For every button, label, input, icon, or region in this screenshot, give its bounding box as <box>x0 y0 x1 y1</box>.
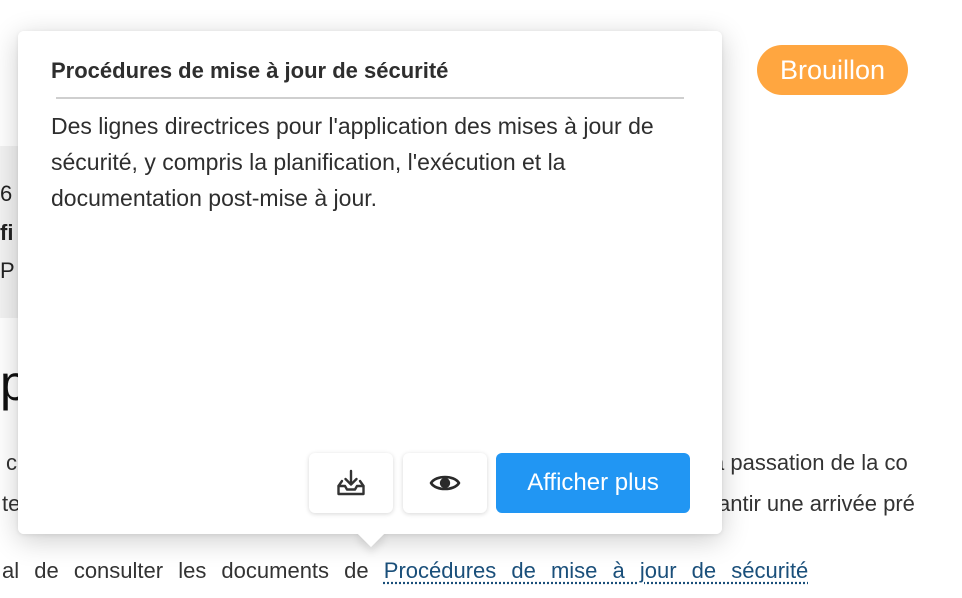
eye-icon <box>429 472 461 494</box>
paragraph-line-1-left: c <box>6 450 17 475</box>
popover-body: Procédures de mise à jour de sécurité De… <box>18 31 722 534</box>
document-preview-popover: Procédures de mise à jour de sécurité De… <box>18 31 722 548</box>
paragraph-line-1-right: a passation de la co <box>712 450 908 475</box>
paragraph-line-3: al de consulter les documents de Procédu… <box>2 560 808 582</box>
download-button[interactable] <box>309 453 393 513</box>
popover-title: Procédures de mise à jour de sécurité <box>51 58 449 83</box>
document-link[interactable]: Procédures de mise à jour de sécurité <box>384 558 809 583</box>
show-more-button[interactable]: Afficher plus <box>496 453 690 513</box>
status-badge: Brouillon <box>757 45 909 95</box>
metadata-line-2: fi <box>0 220 14 245</box>
metadata-line-1: 6 <box>0 181 13 206</box>
popover-description: Des lignes directrices pour l'applicatio… <box>51 113 654 211</box>
metadata-line-3: P <box>0 258 15 283</box>
preview-button[interactable] <box>403 453 487 513</box>
popover-divider <box>56 97 684 99</box>
paragraph-line-3-prefix: al de consulter les documents de <box>2 558 369 583</box>
download-tray-icon <box>335 468 367 498</box>
paragraph-line-2-right: antir une arrivée pré <box>718 491 915 516</box>
